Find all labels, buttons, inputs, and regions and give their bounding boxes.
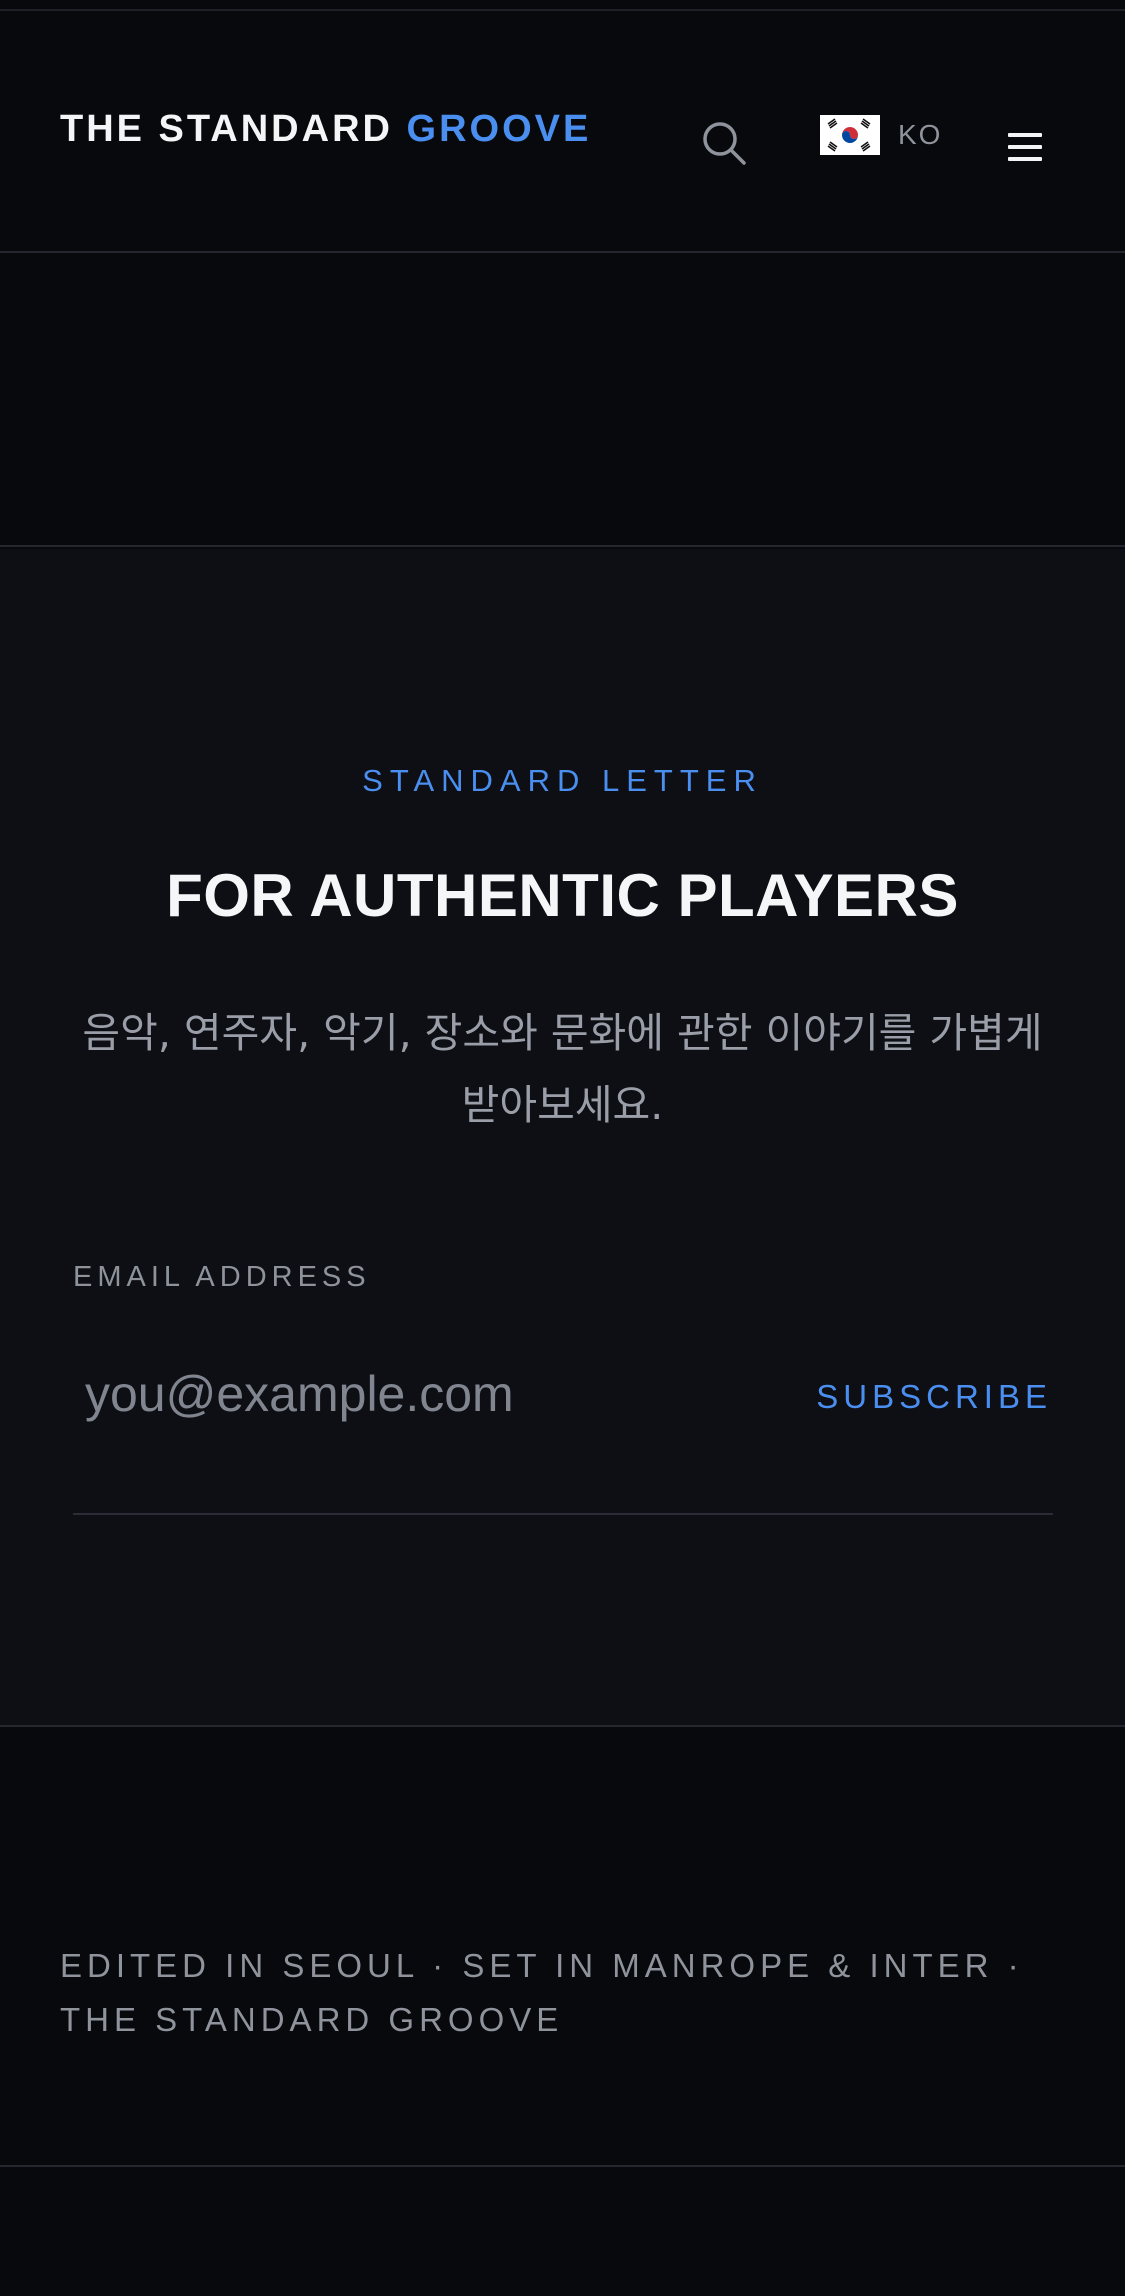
newsletter-eyebrow: STANDARD LETTER <box>362 763 763 798</box>
search-icon <box>703 122 746 165</box>
menu-button[interactable] <box>1008 131 1042 163</box>
logo-accent-text: GROOVE <box>406 108 592 150</box>
email-input[interactable] <box>73 1349 753 1439</box>
language-code: KO <box>898 119 943 150</box>
newsletter-section: STANDARD LETTER FOR AUTHENTIC PLAYERS 음악… <box>0 549 1125 1727</box>
language-switcher[interactable]: KO <box>820 111 942 159</box>
email-label: EMAIL ADDRESS <box>73 1261 371 1293</box>
bottom-band <box>0 2169 1125 2296</box>
newsletter-description: 음악, 연주자, 악기, 장소와 문화에 관한 이야기를 가볍게 받아보세요. <box>82 1009 1043 1129</box>
email-underline <box>73 1513 1053 1515</box>
footer-colophon: EDITED IN SEOUL · SET IN MANROPE & INTER… <box>60 1947 1024 2038</box>
korea-flag-icon <box>820 115 880 155</box>
site-footer: EDITED IN SEOUL · SET IN MANROPE & INTER… <box>0 1729 1125 2167</box>
search-button[interactable] <box>700 119 748 167</box>
page: THE STANDARD GROOVE KO STANDARD LETTER F… <box>0 0 1125 2296</box>
site-logo[interactable]: THE STANDARD GROOVE <box>60 108 591 151</box>
empty-banner-area <box>0 255 1125 547</box>
logo-text: THE STANDARD <box>60 108 407 150</box>
hamburger-menu-icon <box>1008 133 1042 161</box>
subscribe-button[interactable]: SUBSCRIBE <box>790 1367 1052 1427</box>
site-header: THE STANDARD GROOVE KO <box>0 11 1125 253</box>
newsletter-headline: FOR AUTHENTIC PLAYERS <box>166 862 959 929</box>
